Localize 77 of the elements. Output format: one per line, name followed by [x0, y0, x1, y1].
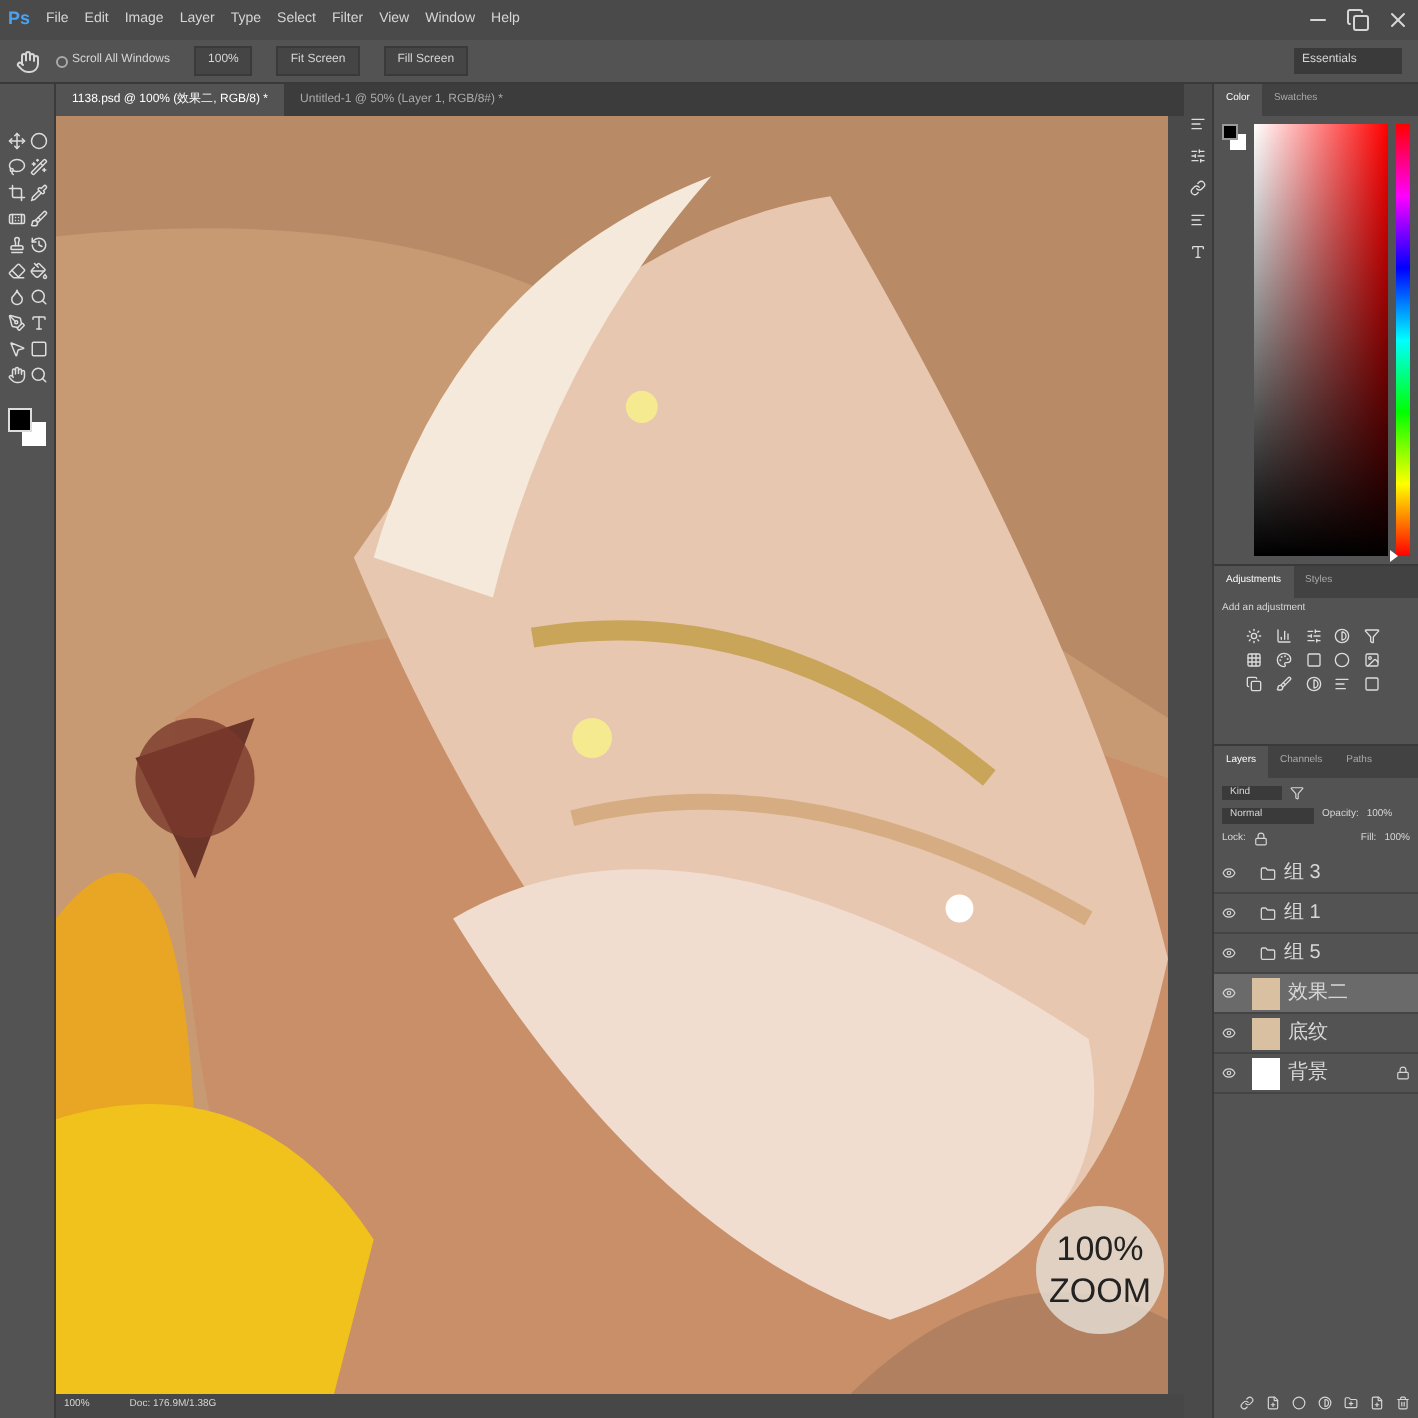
tool-icon[interactable]	[29, 158, 47, 176]
visibility-icon[interactable]	[1222, 906, 1236, 920]
folder-icon	[1260, 905, 1276, 921]
adjustment-icon[interactable]	[1334, 628, 1351, 644]
tool-icon[interactable]	[7, 314, 25, 332]
layer-row[interactable]: 底纹	[1214, 1014, 1418, 1054]
tool-icon[interactable]	[7, 366, 25, 384]
hand-tool-icon[interactable]	[16, 49, 40, 73]
adjustment-icon[interactable]	[1334, 676, 1351, 692]
layer-name: 底纹	[1288, 1019, 1328, 1048]
color-swatches-icon[interactable]	[1222, 123, 1246, 149]
layer-action-icon[interactable]	[1344, 1396, 1358, 1410]
visibility-icon[interactable]	[1222, 866, 1236, 880]
adjustment-icon[interactable]	[1305, 628, 1322, 644]
visibility-icon[interactable]	[1222, 1066, 1236, 1080]
app-logo: Ps	[8, 6, 31, 33]
tool-icon[interactable]	[7, 210, 25, 228]
tool-icon[interactable]	[7, 262, 25, 280]
layer-thumbnail	[1252, 1057, 1280, 1089]
panel-icon[interactable]	[1190, 148, 1206, 164]
layer-action-icon[interactable]	[1318, 1396, 1332, 1410]
tool-icon[interactable]	[29, 184, 47, 202]
close-icon[interactable]	[1386, 8, 1410, 32]
panel-icon[interactable]	[1190, 180, 1206, 196]
visibility-icon[interactable]	[1222, 986, 1236, 1000]
adjustment-icon[interactable]	[1305, 676, 1322, 692]
tool-icon[interactable]	[29, 288, 47, 306]
tool-icon[interactable]	[7, 132, 25, 150]
layer-action-icon[interactable]	[1266, 1396, 1280, 1410]
layer-action-icon[interactable]	[1240, 1396, 1254, 1410]
tool-icon[interactable]	[29, 236, 47, 254]
tool-icon[interactable]	[29, 132, 47, 150]
adjustment-icon[interactable]	[1246, 676, 1262, 692]
visibility-icon[interactable]	[1222, 1026, 1236, 1040]
folder-icon	[1260, 865, 1276, 881]
checkbox[interactable]	[56, 55, 68, 67]
layer-row[interactable]: 背景	[1214, 1054, 1418, 1094]
tool-icon[interactable]	[7, 158, 25, 176]
hue-slider[interactable]	[1396, 123, 1410, 556]
adjustment-icon[interactable]	[1364, 628, 1381, 644]
color-field[interactable]	[1254, 123, 1388, 556]
layer-thumbnail	[1252, 977, 1280, 1009]
layer-action-icon[interactable]	[1370, 1396, 1384, 1410]
layer-action-icon[interactable]	[1396, 1396, 1410, 1410]
folder-icon	[1260, 945, 1276, 961]
layer-row[interactable]: 效果二	[1214, 974, 1418, 1014]
layer-action-icon[interactable]	[1292, 1396, 1306, 1410]
filter-icon[interactable]	[1290, 785, 1304, 800]
layer-name: 背景	[1288, 1059, 1328, 1088]
lock-icon[interactable]	[1253, 831, 1268, 846]
layer-row[interactable]: 组 1	[1214, 894, 1418, 934]
color-swatches-icon[interactable]	[7, 408, 47, 448]
layer-name: 组 1	[1284, 900, 1321, 928]
tool-icon[interactable]	[29, 366, 47, 384]
adjustment-icon[interactable]	[1275, 628, 1292, 644]
tool-icon[interactable]	[7, 288, 25, 306]
adjustment-icon[interactable]	[1246, 652, 1262, 668]
panel-icon[interactable]	[1190, 116, 1206, 132]
layer-name: 效果二	[1288, 980, 1348, 1008]
tool-icon[interactable]	[29, 210, 47, 228]
layer-name: 组 3	[1284, 860, 1321, 888]
layer-row[interactable]: 组 3	[1214, 854, 1418, 894]
adjustment-icon[interactable]	[1246, 628, 1262, 644]
visibility-icon[interactable]	[1222, 946, 1236, 960]
restore-icon[interactable]	[1346, 8, 1370, 32]
tool-icon[interactable]	[7, 236, 25, 254]
tool-icon[interactable]	[7, 184, 25, 202]
layer-name: 组 5	[1284, 940, 1321, 968]
lock-icon	[1396, 1066, 1410, 1080]
adjustment-icon[interactable]	[1275, 676, 1292, 692]
panel-icon[interactable]	[1190, 212, 1206, 228]
adjustment-icon[interactable]	[1364, 652, 1381, 668]
adjustment-icon[interactable]	[1275, 652, 1292, 668]
tool-icon[interactable]	[29, 314, 47, 332]
tool-icon[interactable]	[29, 262, 47, 280]
layer-thumbnail	[1252, 1017, 1280, 1049]
panel-icon[interactable]	[1190, 244, 1206, 260]
